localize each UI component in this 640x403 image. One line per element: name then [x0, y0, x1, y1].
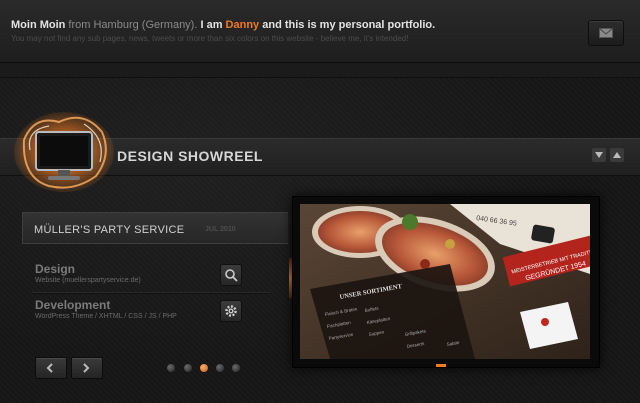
project-date: JUL 2010	[205, 226, 236, 233]
section-title: DESIGN SHOWREEL	[117, 148, 263, 164]
category-design-label: Design	[35, 262, 76, 276]
slider-dot-5[interactable]	[232, 364, 240, 372]
author-name: Danny	[225, 19, 260, 31]
slider-dot-3-active[interactable]	[200, 364, 208, 372]
project-title: MÜLLER'S PARTY SERVICE	[34, 224, 185, 236]
arrow-right-icon	[83, 363, 90, 373]
next-project-button[interactable]	[71, 357, 103, 379]
project-screenshot[interactable]: 040 66 36 95 MEISTERBETRIEB MIT TRADITIO…	[300, 204, 590, 359]
category-development-label: Development	[35, 298, 111, 312]
frame-glow-bottom	[436, 364, 446, 367]
category-design-detail: Website (muellerspartyservice.de)	[35, 277, 141, 284]
arrow-up-icon	[613, 152, 621, 158]
contact-button[interactable]	[588, 20, 624, 46]
project-screenshot-image: 040 66 36 95 MEISTERBETRIEB MIT TRADITIO…	[300, 204, 590, 359]
arrow-down-icon	[595, 152, 603, 158]
gear-icon	[225, 305, 237, 317]
intro-bar: Moin Moin from Hamburg (Germany). I am D…	[0, 0, 640, 63]
category-development-detail: WordPress Theme / XHTML / CSS / JS / PHP	[35, 313, 177, 320]
intro-text: Moin Moin from Hamburg (Germany). I am D…	[11, 19, 436, 31]
slider-dot-1[interactable]	[167, 364, 175, 372]
slider-dot-2[interactable]	[184, 364, 192, 372]
scroll-down-button[interactable]	[592, 148, 606, 162]
scroll-up-button[interactable]	[610, 148, 624, 162]
slider-dot-4[interactable]	[216, 364, 224, 372]
magnifier-icon	[225, 269, 238, 282]
arrow-left-icon	[46, 363, 53, 373]
category-divider	[32, 292, 270, 294]
view-design-button[interactable]	[220, 264, 242, 286]
divider-strip	[0, 63, 640, 78]
monitor-logo-icon	[14, 112, 114, 192]
prev-project-button[interactable]	[35, 357, 67, 379]
view-development-button[interactable]	[220, 300, 242, 322]
mail-icon	[599, 28, 613, 38]
intro-subline: You may not find any sub pages, news, tw…	[11, 34, 409, 43]
